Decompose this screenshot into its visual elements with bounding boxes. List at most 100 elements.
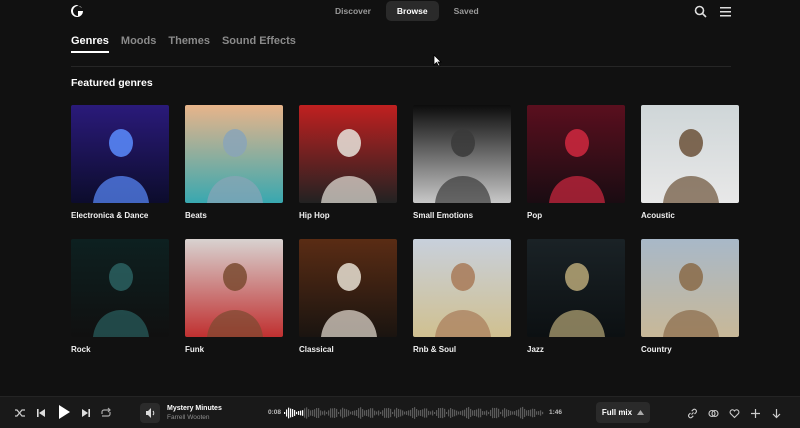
waveform-bar: [366, 409, 368, 417]
logo-icon[interactable]: [70, 4, 84, 18]
skip-back-icon[interactable]: [35, 406, 49, 420]
genre-card[interactable]: Rock: [71, 239, 169, 373]
waveform-bar: [330, 408, 332, 418]
waveform-bar: [538, 411, 540, 415]
waveform-bar: [490, 409, 492, 417]
waveform-bar: [438, 408, 440, 418]
waveform-bar: [436, 410, 438, 416]
genre-card[interactable]: Beats: [185, 105, 283, 239]
tabs-divider: [71, 66, 731, 67]
track-artist[interactable]: Farrell Wooten: [167, 414, 210, 421]
waveform-bar: [344, 408, 346, 418]
waveform-bar: [342, 407, 344, 419]
genre-thumbnail: [527, 105, 625, 203]
waveform-bar: [492, 407, 494, 419]
waveform-bar: [300, 410, 302, 416]
waveform-bar: [410, 409, 412, 417]
waveform-bar: [354, 410, 356, 416]
waveform-bar: [476, 409, 478, 417]
waveform-bar: [502, 409, 504, 417]
genre-card[interactable]: Classical: [299, 239, 397, 373]
waveform-bar: [524, 408, 526, 418]
waveform-bar: [452, 409, 454, 417]
waveform-bar: [458, 411, 460, 415]
waveform-bar: [352, 411, 354, 415]
waveform-bar: [440, 408, 442, 418]
waveform-bar: [518, 409, 520, 417]
nav-saved[interactable]: Saved: [443, 1, 490, 21]
mix-label: Full mix: [601, 408, 633, 417]
waveform-bar: [418, 410, 420, 416]
tab-sound-effects[interactable]: Sound Effects: [222, 35, 296, 53]
waveform-bar: [304, 408, 306, 418]
genre-label: Hip Hop: [299, 211, 330, 220]
waveform-bar: [414, 407, 416, 419]
volume-icon[interactable]: [140, 403, 160, 423]
top-bar: Discover Browse Saved: [0, 0, 800, 24]
waveform-bar: [412, 408, 414, 418]
genre-label: Pop: [527, 211, 543, 220]
genre-card[interactable]: Jazz: [527, 239, 625, 373]
genre-card[interactable]: Pop: [527, 105, 625, 239]
waveform-bar: [536, 411, 538, 415]
waveform-bar: [424, 408, 426, 418]
waveform-bar: [520, 407, 522, 419]
waveform-bar: [464, 409, 466, 417]
waveform-bar: [454, 409, 456, 417]
waveform-bar: [516, 410, 518, 416]
tab-genres[interactable]: Genres: [71, 35, 109, 53]
waveform-bar: [462, 410, 464, 416]
main-nav: Discover Browse Saved: [324, 1, 490, 21]
plus-icon[interactable]: [750, 406, 761, 418]
genre-card[interactable]: Rnb & Soul: [413, 239, 511, 373]
genre-card[interactable]: Electronica & Dance: [71, 105, 169, 239]
waveform-bar: [484, 411, 486, 415]
similar-icon[interactable]: [708, 406, 719, 418]
genre-card[interactable]: Country: [641, 239, 739, 373]
nav-discover[interactable]: Discover: [324, 1, 382, 21]
play-icon[interactable]: [56, 404, 72, 420]
top-actions: [694, 5, 732, 18]
waveform-bar: [466, 407, 468, 419]
waveform-bar: [392, 411, 394, 415]
genre-label: Country: [641, 345, 672, 354]
waveform-bar: [332, 408, 334, 418]
search-icon[interactable]: [694, 5, 707, 18]
waveform-bar: [478, 408, 480, 418]
waveform-bar: [398, 408, 400, 418]
waveform-bar: [486, 410, 488, 416]
waveform-bar: [360, 407, 362, 419]
genre-label: Beats: [185, 211, 207, 220]
heart-icon[interactable]: [729, 406, 740, 419]
nav-browse[interactable]: Browse: [385, 1, 439, 21]
waveform-bar: [348, 410, 350, 416]
link-icon[interactable]: [687, 406, 698, 419]
download-icon[interactable]: [771, 406, 782, 419]
genre-card[interactable]: Funk: [185, 239, 283, 373]
menu-icon[interactable]: [719, 5, 732, 18]
genre-thumbnail: [413, 239, 511, 337]
waveform-bar: [506, 409, 508, 417]
waveform-bar: [408, 410, 410, 416]
tab-themes[interactable]: Themes: [168, 35, 210, 53]
waveform-bar: [430, 411, 432, 415]
track-title[interactable]: Mystery Minutes: [167, 405, 222, 412]
waveform-bar: [388, 407, 390, 419]
waveform-bar: [390, 408, 392, 418]
genre-card[interactable]: Hip Hop: [299, 105, 397, 239]
repeat-icon[interactable]: [100, 406, 114, 420]
full-mix-button[interactable]: Full mix: [596, 402, 650, 423]
waveform-bar: [378, 410, 380, 416]
skip-forward-icon[interactable]: [80, 406, 94, 420]
genre-card[interactable]: Acoustic: [641, 105, 739, 239]
waveform-scrubber[interactable]: [284, 404, 544, 422]
current-time: 0:08: [268, 409, 282, 416]
waveform-bar: [500, 411, 502, 415]
tab-moods[interactable]: Moods: [121, 35, 156, 53]
waveform-bar: [374, 410, 376, 416]
shuffle-icon[interactable]: [14, 406, 28, 420]
waveform-bar: [468, 407, 470, 419]
waveform-bar: [400, 409, 402, 417]
waveform-bar: [406, 411, 408, 415]
genre-card[interactable]: Small Emotions: [413, 105, 511, 239]
